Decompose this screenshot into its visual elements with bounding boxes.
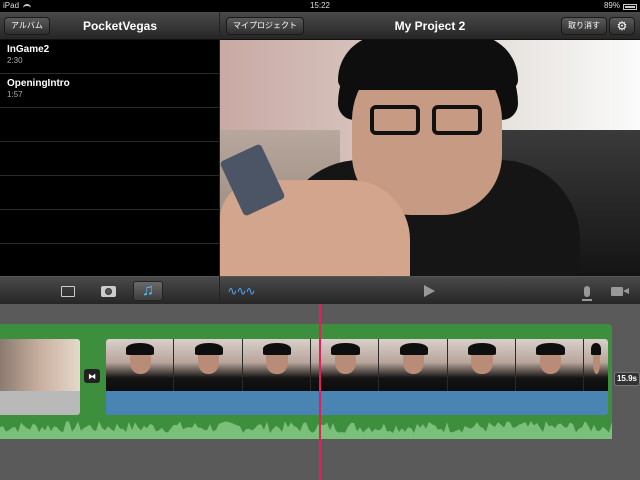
waveform-icon: ∿∿∿	[227, 284, 255, 298]
waveform-graphic	[0, 421, 612, 439]
video-clip-2[interactable]	[106, 339, 608, 391]
battery-icon	[623, 3, 637, 10]
media-type-toolbar: ♫	[0, 276, 219, 304]
play-icon	[423, 285, 435, 297]
audio-waveform-button[interactable]: ∿∿∿	[226, 281, 256, 301]
battery-percent: 89%	[603, 1, 620, 10]
undo-button[interactable]: 取り消す	[561, 17, 607, 35]
clip-frame	[106, 339, 175, 391]
library-title: PocketVegas	[82, 19, 158, 33]
video-clip-2-audio	[106, 391, 608, 415]
project-navbar: マイプロジェクト My Project 2 取り消す ⚙	[220, 12, 640, 40]
empty-row	[0, 108, 219, 142]
clip-frame	[379, 339, 448, 391]
my-projects-button[interactable]: マイプロジェクト	[226, 17, 304, 35]
person-glasses	[370, 105, 485, 135]
clip-frame	[242, 339, 312, 391]
media-list: InGame2 2:30 OpeningIntro 1:57	[0, 40, 219, 276]
albums-back-button[interactable]: アルバム	[4, 17, 50, 35]
clip-frame	[174, 339, 243, 391]
settings-button[interactable]: ⚙	[609, 17, 635, 35]
playhead[interactable]	[319, 304, 321, 480]
microphone-icon	[582, 285, 592, 301]
empty-row	[0, 142, 219, 176]
clip-name: OpeningIntro	[7, 78, 70, 89]
playback-toolbar: ∿∿∿	[220, 276, 640, 304]
empty-row	[0, 210, 219, 244]
person-hair-top	[338, 40, 518, 90]
transition-icon: ⧓	[88, 371, 96, 381]
timeline[interactable]: 15.9s	[0, 304, 640, 480]
clip-duration-badge: 15.9s	[614, 372, 640, 386]
photo-tab[interactable]	[93, 281, 123, 301]
list-item[interactable]: OpeningIntro 1:57	[0, 74, 219, 108]
project-title: My Project 2	[394, 19, 466, 33]
video-camera-icon	[611, 286, 629, 296]
video-clip-1-audio	[0, 391, 80, 415]
camera-record-button[interactable]	[602, 281, 632, 301]
video-tab[interactable]	[53, 281, 83, 301]
clip-name: InGame2	[7, 44, 50, 55]
camera-icon	[100, 285, 116, 297]
video-icon	[61, 285, 75, 297]
audio-tab[interactable]: ♫	[133, 281, 163, 301]
clip-duration: 1:57	[7, 90, 23, 99]
clip-frame	[311, 339, 380, 391]
music-note-icon: ♫	[142, 282, 154, 299]
glasses-lens	[432, 105, 482, 135]
video-preview[interactable]	[220, 40, 640, 276]
library-navbar: アルバム PocketVegas	[0, 12, 219, 40]
clip-frame	[447, 339, 517, 391]
list-item[interactable]: InGame2 2:30	[0, 40, 219, 74]
clip-duration: 2:30	[7, 56, 23, 65]
transition-button[interactable]: ⧓	[84, 369, 100, 383]
status-time: 15:22	[309, 1, 331, 10]
music-waveform	[0, 417, 612, 439]
play-button[interactable]	[414, 281, 444, 301]
empty-row	[0, 176, 219, 210]
clip-frame	[516, 339, 585, 391]
gear-icon: ⚙	[616, 19, 628, 33]
status-bar: iPad 15:22 89%	[0, 0, 640, 12]
clip-frame	[584, 339, 608, 391]
video-clip-1[interactable]	[0, 339, 80, 391]
glasses-lens	[370, 105, 420, 135]
record-audio-button[interactable]	[572, 281, 602, 301]
